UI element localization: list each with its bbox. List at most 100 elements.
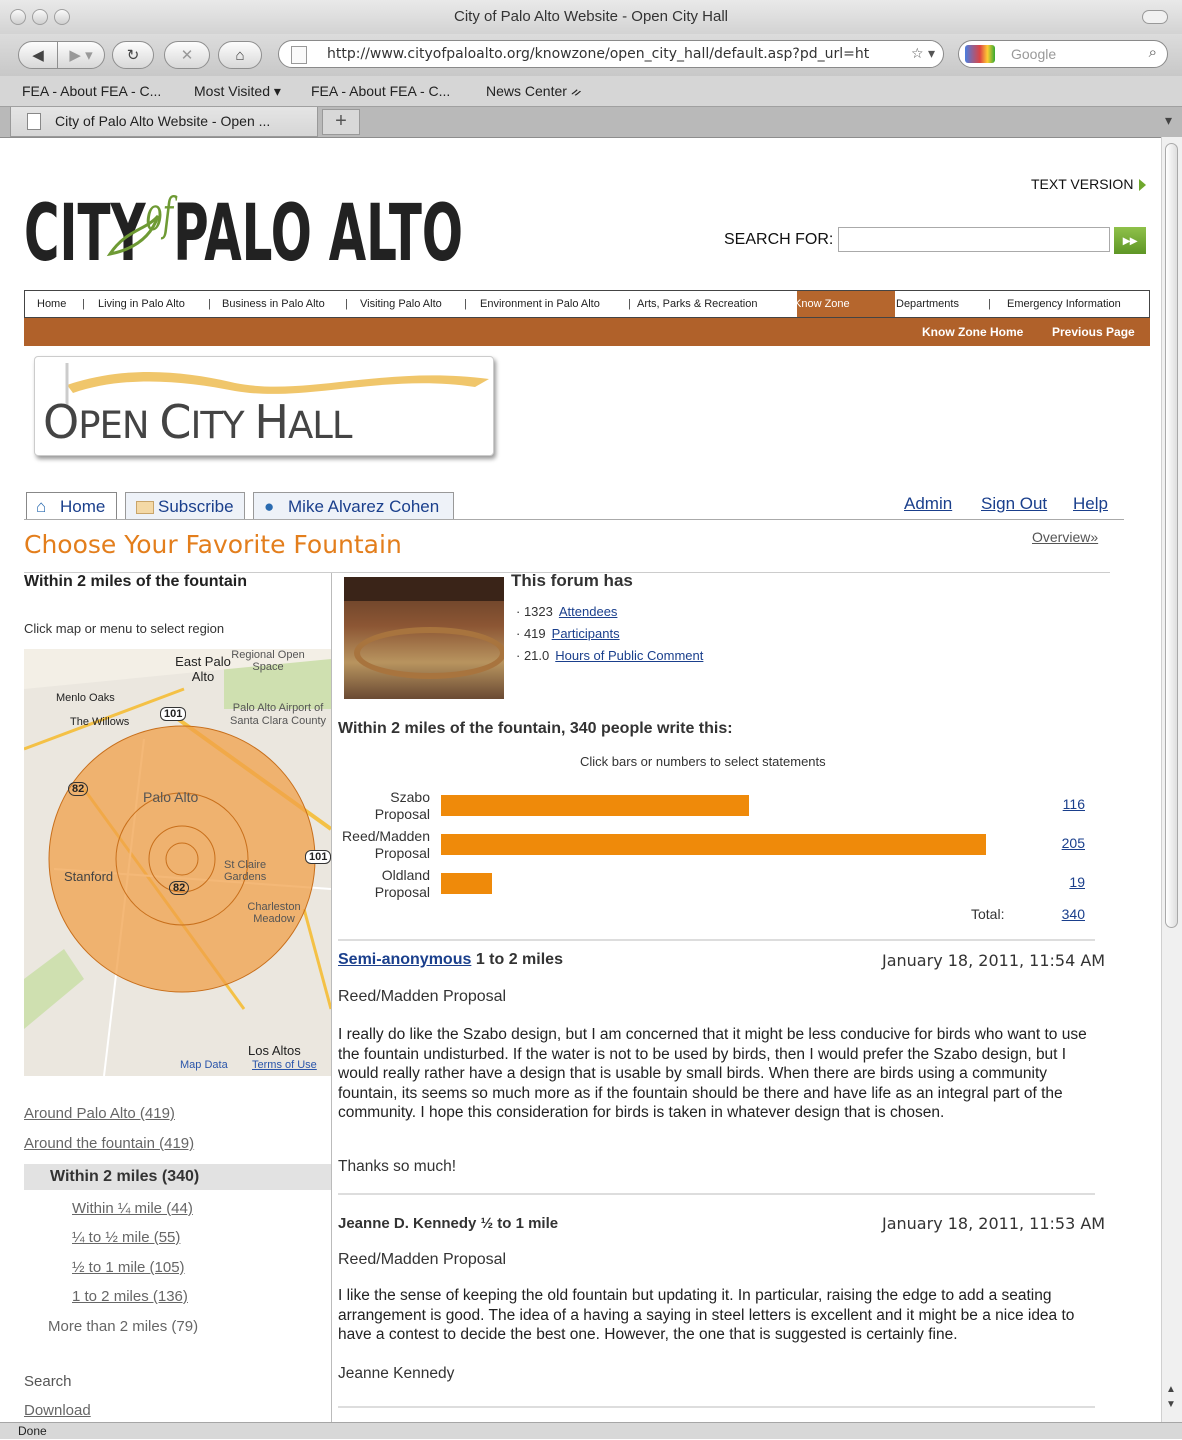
post-closing-2: Jeanne Kennedy xyxy=(338,1365,455,1382)
bookmark-star-icon[interactable]: ☆ ▾ xyxy=(906,41,935,67)
search-link[interactable]: Search xyxy=(24,1373,72,1390)
stat-participants: · 419 Participants xyxy=(516,626,620,641)
tab-subscribe-label: Subscribe xyxy=(158,497,234,516)
tab-user-label: Mike Alvarez Cohen xyxy=(288,497,440,516)
bookmark-most-visited[interactable]: Most Visited ▾ xyxy=(194,83,281,100)
nav-know-zone[interactable]: Know Zone xyxy=(794,298,850,310)
open-city-hall-title: OPEN CITY HALL xyxy=(43,395,353,449)
map-data-link[interactable]: Map Data xyxy=(180,1059,228,1071)
scroll-up-icon[interactable]: ▲ xyxy=(1166,1384,1176,1395)
tab-list-icon[interactable]: ▾ xyxy=(1165,112,1172,129)
attendees-link[interactable]: Attendees xyxy=(559,604,618,619)
home-icon: ⌂ xyxy=(235,46,245,64)
nav-home[interactable]: Home xyxy=(37,298,66,310)
map-label-airport: Palo Alto Airport of Santa Clara County xyxy=(230,702,326,727)
map-label-stanford: Stanford xyxy=(64,869,114,884)
nav-arts[interactable]: Arts, Parks & Recreation xyxy=(637,298,757,310)
bar-value-link[interactable]: 205 xyxy=(1055,835,1085,851)
highway-101-shield: 101 xyxy=(160,707,187,721)
city-logo[interactable]: CITYofPALO ALTO xyxy=(24,172,463,276)
region-title: Within 2 miles of the fountain xyxy=(24,573,247,590)
admin-link[interactable]: Admin xyxy=(904,494,952,514)
scroll-down-icon[interactable]: ▼ xyxy=(1166,1399,1176,1410)
nav-living[interactable]: Living in Palo Alto xyxy=(98,298,185,310)
post-author-link[interactable]: Semi-anonymous xyxy=(338,951,471,968)
region-map[interactable]: East Palo Alto Regional Open Space Menlo… xyxy=(24,649,331,1076)
forward-button[interactable]: ▶ ▾ xyxy=(57,41,105,69)
region-around-fountain[interactable]: Around the fountain (419) xyxy=(24,1135,194,1152)
map-label-palo-alto: Palo Alto xyxy=(143,789,199,805)
sign-out-link[interactable]: Sign Out xyxy=(981,494,1047,514)
stop-button[interactable]: ✕ xyxy=(164,41,210,69)
bar[interactable] xyxy=(441,873,492,894)
tab-home[interactable]: ⌂ Home xyxy=(26,492,117,520)
subnav-previous-page[interactable]: Previous Page xyxy=(1052,325,1135,339)
stat-attendees-value: 1323 xyxy=(523,604,553,619)
tab-strip: City of Palo Alto Website - Open ... + ▾ xyxy=(0,106,1182,138)
home-button[interactable]: ⌂ xyxy=(218,41,262,69)
site-search-label: SEARCH FOR: xyxy=(724,231,834,248)
nav-business[interactable]: Business in Palo Alto xyxy=(222,298,325,310)
toolbar-toggle-button[interactable] xyxy=(1142,10,1168,24)
bookmarks-bar: FEA - About FEA - C... Most Visited ▾ FE… xyxy=(0,76,1182,106)
tab-subscribe[interactable]: Subscribe xyxy=(125,492,245,520)
overview-link[interactable]: Overview» xyxy=(1032,529,1098,545)
reload-button[interactable]: ↻ xyxy=(112,41,154,69)
map-label-the-willows: The Willows xyxy=(70,716,130,728)
region-1-to-2-miles[interactable]: 1 to 2 miles (136) xyxy=(72,1288,188,1305)
stat-participants-value: 419 xyxy=(523,626,546,641)
status-bar: Done xyxy=(0,1422,1182,1439)
nav-departments[interactable]: Departments xyxy=(896,298,959,310)
post-author-2-name: Jeanne D. Kennedy xyxy=(338,1215,477,1232)
chart-total-value[interactable]: 340 xyxy=(1055,906,1085,922)
region-around-palo-alto[interactable]: Around Palo Alto (419) xyxy=(24,1105,175,1122)
user-icon: ● xyxy=(264,497,275,516)
stat-hours-value: 21.0 xyxy=(523,648,550,663)
nav-visiting[interactable]: Visiting Palo Alto xyxy=(360,298,442,310)
bar[interactable] xyxy=(441,795,749,816)
region-within-quarter-mile[interactable]: Within ¼ mile (44) xyxy=(72,1200,193,1217)
back-arrow-icon: ◀ xyxy=(32,47,44,64)
participants-link[interactable]: Participants xyxy=(552,626,620,641)
terms-of-use-link[interactable]: Terms of Use xyxy=(252,1059,317,1071)
region-within-2-miles[interactable]: Within 2 miles (340) xyxy=(24,1164,331,1190)
back-button[interactable]: ◀ xyxy=(18,41,58,69)
site-search-input[interactable] xyxy=(838,227,1110,252)
scrollbar-thumb[interactable] xyxy=(1165,143,1178,928)
post-distance-2: ½ to 1 mile xyxy=(480,1215,559,1232)
hours-link[interactable]: Hours of Public Comment xyxy=(555,648,703,663)
browser-search-field[interactable]: Google ⌕ xyxy=(958,40,1168,68)
address-bar[interactable]: http://www.cityofpaloalto.org/knowzone/o… xyxy=(278,40,944,68)
map-label-charleston-meadow: Charleston Meadow xyxy=(247,901,301,925)
post-date: January 18, 2011, 11:54 AM xyxy=(882,951,1106,970)
bookmark-most-visited-label: Most Visited xyxy=(194,83,270,99)
nav-environment[interactable]: Environment in Palo Alto xyxy=(480,298,600,310)
region-half-to-1-mile[interactable]: ½ to 1 mile (105) xyxy=(72,1259,185,1276)
map-label-los-altos: Los Altos xyxy=(248,1043,301,1058)
help-link[interactable]: Help xyxy=(1073,494,1108,514)
tab-user[interactable]: ● Mike Alvarez Cohen xyxy=(253,492,454,520)
subnav-know-zone-home[interactable]: Know Zone Home xyxy=(922,325,1023,339)
bookmark-fea-2[interactable]: FEA - About FEA - C... xyxy=(311,83,450,99)
post-body: I really do like the Szabo design, but I… xyxy=(338,1026,1087,1122)
vertical-scrollbar[interactable]: ▲ ▼ xyxy=(1161,137,1182,1422)
chart-title: Within 2 miles of the fountain, 340 peop… xyxy=(338,720,733,737)
bar[interactable] xyxy=(441,834,986,855)
google-logo-icon xyxy=(965,45,995,63)
bookmark-fea-1[interactable]: FEA - About FEA - C... xyxy=(22,83,161,99)
leaf-icon xyxy=(106,214,160,257)
bar-value-link[interactable]: 19 xyxy=(1055,874,1085,890)
download-link[interactable]: Download xyxy=(24,1402,91,1419)
new-tab-button[interactable]: + xyxy=(322,109,360,135)
search-icon[interactable]: ⌕ xyxy=(1149,44,1157,61)
text-version-link[interactable]: TEXT VERSION xyxy=(1031,176,1133,192)
region-more-than-2-miles[interactable]: More than 2 miles (79) xyxy=(48,1318,198,1335)
region-quarter-to-half-mile[interactable]: ¼ to ½ mile (55) xyxy=(72,1229,180,1246)
nav-emergency[interactable]: Emergency Information xyxy=(1007,298,1121,310)
bookmark-news-center[interactable]: News Center ᨀ xyxy=(486,83,582,100)
bar-value-link[interactable]: 116 xyxy=(1055,796,1085,812)
bar-label: Oldland Proposal xyxy=(374,867,430,900)
browser-tab[interactable]: City of Palo Alto Website - Open ... xyxy=(10,107,318,137)
highway-82-shield: 82 xyxy=(68,782,89,796)
site-search-go-button[interactable]: ▸▸ xyxy=(1114,227,1146,254)
